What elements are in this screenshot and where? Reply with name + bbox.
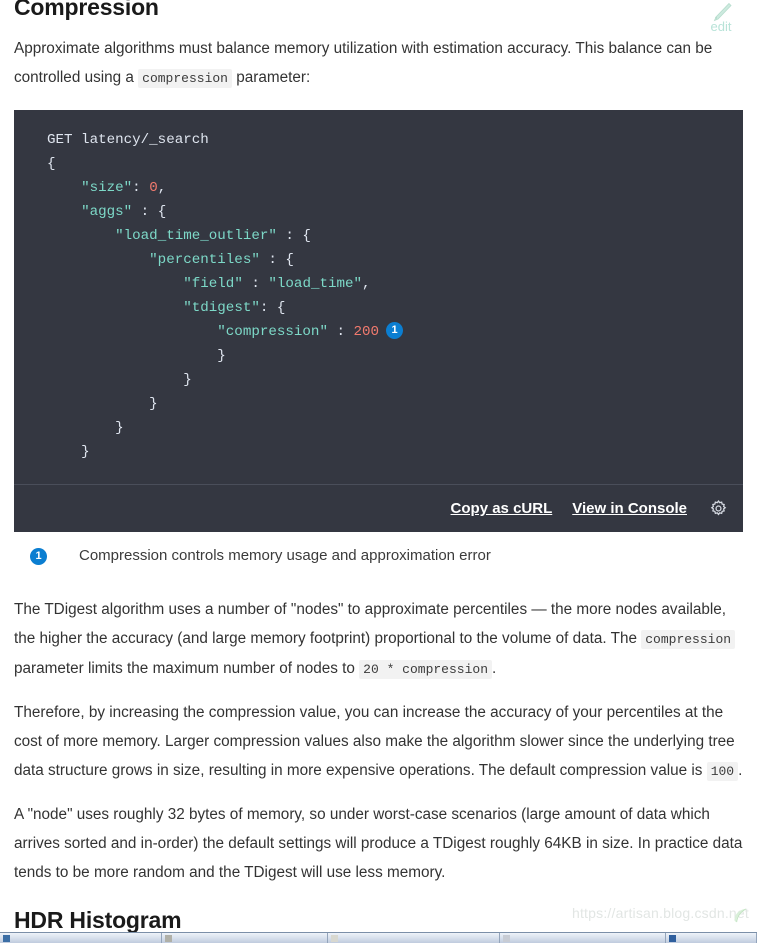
code-token-plain: GET latency/_search [47,132,209,148]
code-token-str: "load_time" [268,276,363,292]
p2-text-b: . [738,762,743,779]
code-token-key: "size" [81,180,133,196]
leaf-icon [729,905,751,927]
code-line: } [14,416,743,440]
code-token-key: "field" [183,276,243,292]
code-token-key: "tdigest" [183,300,260,316]
code-line: "aggs" : { [14,200,743,224]
callout-text: Compression controls memory usage and ap… [79,547,491,564]
taskbar-item[interactable] [666,933,757,943]
inline-code-20-compression: 20 * compression [359,660,492,679]
intro-paragraph: Approximate algorithms must balance memo… [14,34,743,93]
p1-text-c: . [492,660,497,677]
code-token-punc: : { [259,252,294,268]
paragraph-tdigest-nodes: The TDigest algorithm uses a number of "… [14,595,743,684]
taskbar-item[interactable] [328,933,500,943]
taskbar-item[interactable] [162,933,328,943]
code-token-key: "percentiles" [149,252,260,268]
callout-note: 1 Compression controls memory usage and … [14,545,743,567]
code-token-punc: { [47,156,56,172]
code-token-punc: , [362,276,371,292]
code-line: } [14,368,743,392]
code-token-punc: : [327,324,354,340]
p1-text-b: parameter limits the maximum number of n… [14,660,360,677]
code-line: } [14,440,743,464]
code-token-punc: : { [259,300,286,316]
code-line: { [14,152,743,176]
code-token-punc: : [132,180,150,196]
code-block: GET latency/_search { "size": 0, "aggs" :… [14,110,743,532]
code-token-key: "compression" [217,324,328,340]
intro-text-part2: parameter: [231,69,311,86]
document-content: edit Compression Approximate algorithms … [0,0,757,932]
paragraph-node-memory: A "node" uses roughly 32 bytes of memory… [14,806,743,881]
paragraph-accuracy-tradeoff: Therefore, by increasing the compression… [14,698,743,786]
code-token-punc: : { [276,228,311,244]
inline-code-compression-2: compression [641,630,736,649]
code-line: "tdigest": { [14,296,743,320]
code-line: "size": 0, [14,176,743,200]
inline-code-compression: compression [138,69,232,88]
p2-text-a: Therefore, by increasing the compression… [14,704,735,779]
code-line: "load_time_outlier" : { [14,224,743,248]
code-line: "compression" : 200 1 [14,320,743,344]
page-title: Compression [14,0,159,20]
code-line: "percentiles" : { [14,248,743,272]
copy-as-curl-link[interactable]: Copy as cURL [451,500,553,517]
code-token-punc: } [217,348,226,364]
edit-label: edit [710,19,732,34]
code-block-footer: Copy as cURL View in Console [14,484,743,532]
code-token-num: 200 [353,324,380,340]
code-token-punc: : [242,276,269,292]
inline-code-100: 100 [706,762,739,781]
taskbar[interactable] [0,932,757,943]
code-token-punc: } [81,444,90,460]
code-token-punc: } [183,372,192,388]
code-token-num: 0 [149,180,158,196]
code-body[interactable]: GET latency/_search { "size": 0, "aggs" :… [14,110,743,484]
intro-text-part1: Approximate algorithms must balance memo… [14,40,713,86]
code-line: "field" : "load_time", [14,272,743,296]
gear-icon[interactable] [707,498,729,520]
code-token-key: "aggs" [81,204,133,220]
code-token-punc: } [149,396,158,412]
code-line: } [14,392,743,416]
code-token-punc: , [157,180,167,196]
taskbar-item[interactable] [0,933,162,943]
code-token-punc: : { [132,204,167,220]
code-callout-badge[interactable]: 1 [386,322,404,339]
page-root: edit Compression Approximate algorithms … [0,0,757,943]
taskbar-item[interactable] [500,933,666,943]
p1-text-a: The TDigest algorithm uses a number of "… [14,601,727,647]
code-token-key: "load_time_outlier" [115,228,277,244]
code-line: } [14,344,743,368]
view-in-console-link[interactable]: View in Console [572,500,687,517]
code-line: GET latency/_search [14,128,743,152]
code-token-punc: } [115,420,124,436]
watermark-text: https://artisan.blog.csdn.net [571,905,749,921]
callout-badge: 1 [30,548,47,565]
